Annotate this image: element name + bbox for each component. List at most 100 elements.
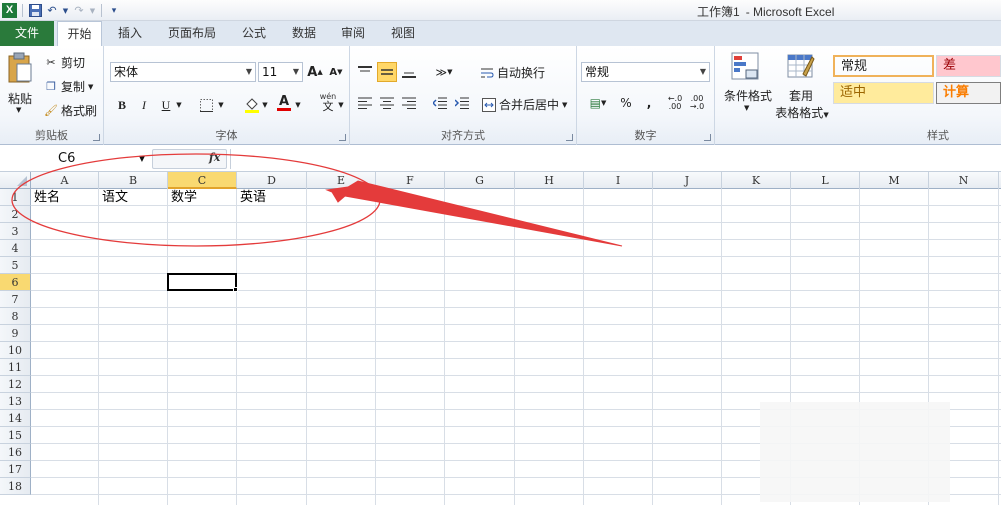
style-bad[interactable]: 差 <box>936 55 1001 77</box>
redo-dropdown-icon[interactable]: ▼ <box>89 4 96 18</box>
font-name-combo[interactable]: 宋体 ▼ <box>110 62 256 82</box>
row-header-7[interactable]: 7 <box>0 291 31 308</box>
column-header-f[interactable]: F <box>376 172 445 189</box>
cell-c1[interactable]: 数学 <box>168 189 237 206</box>
font-color-button[interactable]: A <box>274 93 294 113</box>
row-header-3[interactable]: 3 <box>0 223 31 240</box>
column-header-n[interactable]: N <box>929 172 999 189</box>
name-box-dropdown-icon[interactable]: ▼ <box>139 149 145 169</box>
format-as-table-dropdown-icon[interactable]: ▼ <box>823 111 828 119</box>
bold-button[interactable]: B <box>112 95 132 115</box>
italic-button[interactable]: I <box>134 95 154 115</box>
row-header-1[interactable]: 1 <box>0 189 31 206</box>
shrink-font-button[interactable]: A ▼ <box>326 62 346 82</box>
conditional-format-button[interactable]: 条件格式 ▼ <box>719 52 772 122</box>
style-calculation[interactable]: 计算 <box>936 82 1001 104</box>
tab-data[interactable]: 数据 <box>282 21 326 46</box>
conditional-format-dropdown-icon[interactable]: ▼ <box>744 104 749 112</box>
cell-b1[interactable]: 语文 <box>99 189 168 206</box>
select-all-button[interactable] <box>0 172 31 189</box>
row-header-11[interactable]: 11 <box>0 359 31 376</box>
row-header-9[interactable]: 9 <box>0 325 31 342</box>
column-header-h[interactable]: H <box>515 172 584 189</box>
alignment-launcher-icon[interactable] <box>566 134 573 141</box>
excel-logo-icon[interactable]: X <box>2 3 17 18</box>
borders-dropdown-icon[interactable]: ▼ <box>216 95 226 115</box>
column-header-l[interactable]: L <box>791 172 860 189</box>
column-header-g[interactable]: G <box>445 172 515 189</box>
undo-icon[interactable]: ↶ <box>45 4 59 18</box>
cell-a1[interactable]: 姓名 <box>31 189 99 206</box>
cut-button[interactable]: ✂ 剪切 <box>44 54 85 71</box>
font-size-combo[interactable]: 11 ▼ <box>258 62 303 82</box>
row-header-15[interactable]: 15 <box>0 427 31 444</box>
row-header-17[interactable]: 17 <box>0 461 31 478</box>
align-right-button[interactable] <box>399 93 419 113</box>
merge-dropdown-icon[interactable]: ▼ <box>562 101 567 109</box>
style-neutral[interactable]: 适中 <box>833 82 934 104</box>
number-format-combo[interactable]: 常规 ▼ <box>581 62 710 82</box>
underline-dropdown-icon[interactable]: ▼ <box>174 95 184 115</box>
style-normal[interactable]: 常规 <box>833 55 934 77</box>
decrease-decimal-button[interactable]: .00 →.0 <box>687 93 707 113</box>
customize-qat-icon[interactable]: ▾ <box>107 4 121 18</box>
font-launcher-icon[interactable] <box>339 134 346 141</box>
font-color-dropdown-icon[interactable]: ▼ <box>293 95 303 115</box>
accounting-format-button[interactable]: ▤ ▼ <box>583 93 613 113</box>
row-header-8[interactable]: 8 <box>0 308 31 325</box>
name-box[interactable]: C6 ▼ <box>3 149 149 169</box>
row-header-4[interactable]: 4 <box>0 240 31 257</box>
tab-file[interactable]: 文件 <box>0 21 54 46</box>
column-header-b[interactable]: B <box>99 172 168 189</box>
number-format-dropdown-icon[interactable]: ▼ <box>700 63 706 81</box>
cell-d1[interactable]: 英语 <box>237 189 307 206</box>
orientation-button[interactable]: ≫ ▼ <box>430 62 458 82</box>
align-center-button[interactable] <box>377 93 397 113</box>
row-header-13[interactable]: 13 <box>0 393 31 410</box>
tab-view[interactable]: 视图 <box>381 21 425 46</box>
column-header-m[interactable]: M <box>860 172 929 189</box>
copy-dropdown-icon[interactable]: ▼ <box>88 83 93 91</box>
decrease-indent-button[interactable] <box>430 93 450 113</box>
row-header-6[interactable]: 6 <box>0 274 31 291</box>
borders-button[interactable] <box>196 95 216 115</box>
increase-decimal-button[interactable]: ←.0.00 <box>665 93 685 113</box>
clipboard-launcher-icon[interactable] <box>93 134 100 141</box>
insert-function-icon[interactable]: fx <box>209 151 220 164</box>
row-header-10[interactable]: 10 <box>0 342 31 359</box>
fill-color-dropdown-icon[interactable]: ▼ <box>260 95 270 115</box>
paste-dropdown-icon[interactable]: ▼ <box>16 106 21 114</box>
column-header-c[interactable]: C <box>168 172 237 189</box>
align-top-button[interactable] <box>355 62 375 82</box>
underline-button[interactable]: U <box>156 95 176 115</box>
tab-home[interactable]: 开始 <box>57 21 102 47</box>
wrap-text-button[interactable]: 自动换行 <box>480 64 545 81</box>
tab-page-layout[interactable]: 页面布局 <box>162 21 222 46</box>
align-bottom-button[interactable] <box>399 62 419 82</box>
row-header-5[interactable]: 5 <box>0 257 31 274</box>
row-header-16[interactable]: 16 <box>0 444 31 461</box>
worksheet-grid[interactable]: ABCDEFGHIJKLMN 1 2 3 4 5 6 7 8 9 10 11 12 13 14 15 16 17… <box>0 172 1001 505</box>
align-left-button[interactable] <box>355 93 375 113</box>
font-size-dropdown-icon[interactable]: ▼ <box>293 63 299 81</box>
merge-center-button[interactable]: 合并后居中 ▼ <box>482 96 567 113</box>
grow-font-button[interactable]: A ▲ <box>305 62 325 82</box>
tab-insert[interactable]: 插入 <box>108 21 152 46</box>
fill-color-button[interactable] <box>242 95 262 115</box>
save-icon[interactable] <box>28 4 42 18</box>
paste-button[interactable]: 粘贴 ▼ <box>4 52 36 122</box>
copy-button[interactable]: ❐ 复制 ▼ <box>44 78 93 95</box>
tab-review[interactable]: 审阅 <box>331 21 375 46</box>
column-header-k[interactable]: K <box>722 172 791 189</box>
format-painter-button[interactable]: 🖌 格式刷 <box>44 102 97 119</box>
formula-input[interactable] <box>230 149 998 169</box>
font-name-dropdown-icon[interactable]: ▼ <box>246 63 252 81</box>
row-header-2[interactable]: 2 <box>0 206 31 223</box>
undo-dropdown-icon[interactable]: ▼ <box>62 4 69 18</box>
percent-style-button[interactable]: % <box>616 93 636 113</box>
increase-indent-button[interactable] <box>452 93 472 113</box>
row-header-18[interactable]: 18 <box>0 478 31 495</box>
active-cell-border[interactable] <box>167 273 237 291</box>
column-header-d[interactable]: D <box>237 172 307 189</box>
comma-style-button[interactable]: , <box>639 93 659 113</box>
